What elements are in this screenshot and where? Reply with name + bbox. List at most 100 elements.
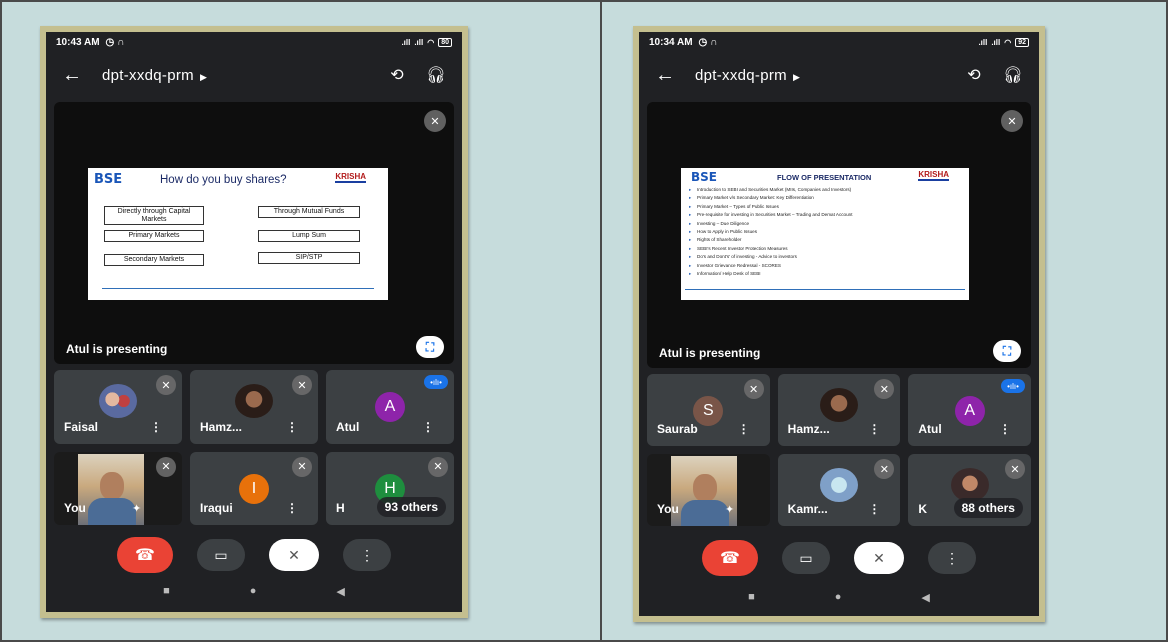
others-count-badge[interactable]: 88 others (953, 498, 1023, 518)
slide-box: Directly through Capital Markets (104, 206, 204, 226)
more-options-icon[interactable]: ⋮ (286, 420, 298, 434)
switch-camera-icon[interactable]: ⟲ (390, 65, 403, 85)
home-icon[interactable]: ● (250, 585, 257, 597)
slide-box: Primary Markets (104, 230, 204, 242)
participant-tile[interactable]: ✕ Hamz... ⋮ (190, 370, 318, 444)
participant-tile[interactable]: •ılı• A Atul ⋮ (908, 374, 1031, 446)
mic-off-icon: ✕ (424, 110, 446, 132)
meeting-code[interactable]: dpt-xxdq-prm ▶ (695, 67, 800, 84)
mic-off-icon: ✕ (292, 375, 312, 395)
mic-off-icon: ✕ (156, 456, 176, 477)
speaking-indicator-icon: •ılı• (424, 375, 448, 389)
participant-tile[interactable]: •ılı• A Atul ⋮ (326, 370, 454, 444)
profile-photo-avatar (819, 468, 858, 502)
fullscreen-icon[interactable]: ⛶ (416, 336, 444, 358)
signal-icon: .ıll (978, 37, 988, 47)
more-options-icon[interactable]: ⋮ (868, 502, 880, 516)
more-options-icon[interactable]: ⋮ (738, 422, 750, 436)
presenting-label: Atul is presenting (659, 346, 761, 360)
participant-tile[interactable]: ✕ Kamr... ⋮ (777, 454, 901, 526)
battery-icon: 92 (1015, 37, 1029, 47)
effects-sparkle-icon[interactable]: ✦ (725, 503, 734, 516)
profile-photo-avatar (950, 468, 989, 502)
back-arrow-icon[interactable]: ← (62, 64, 92, 87)
camera-toggle-button[interactable]: ▭ (782, 542, 830, 574)
more-options-icon[interactable]: ⋮ (868, 422, 880, 436)
agenda-list: Introduction to SEBI and Securities Mark… (685, 186, 965, 279)
agenda-item: SEBI's Recent Investor Protection Measur… (685, 245, 965, 254)
participant-tile[interactable]: ✕ Faisal ⋮ (54, 370, 182, 444)
nav-back-icon[interactable]: ◀ (336, 585, 344, 598)
more-options-icon[interactable]: ⋮ (999, 422, 1011, 436)
camera-toggle-button[interactable]: ▭ (197, 539, 245, 571)
status-bar: 10:34 AM ◷ ∩ .ıll .ıll ◠ 92 (639, 32, 1039, 52)
signal-icon: .ıll (401, 37, 411, 47)
back-arrow-icon[interactable]: ← (655, 64, 685, 87)
mic-toggle-button[interactable]: ✕ (854, 542, 904, 574)
participant-name: Kamr... (787, 502, 828, 516)
mic-off-icon: ✕ (1001, 110, 1023, 132)
audio-output-icon[interactable]: 🎧︎ (426, 65, 446, 85)
others-count-badge[interactable]: 93 others (376, 497, 446, 517)
agenda-item: Primary Market – Types of Public Issues (685, 203, 965, 212)
participant-tile[interactable]: ✕ K 88 others (908, 454, 1031, 526)
mic-off-icon: ✕ (874, 379, 895, 399)
agenda-item: Pre-requisite for investing in Securitie… (685, 211, 965, 220)
shared-slide: BSE How do you buy shares? KRISHA Direct… (88, 168, 388, 300)
slide-box: Secondary Markets (104, 254, 204, 266)
phone-screen-2: 10:34 AM ◷ ∩ .ıll .ıll ◠ 92 ← dpt-xxdq-p… (639, 32, 1039, 616)
participant-name: Atul (918, 422, 942, 436)
self-tile[interactable]: You ✦ (647, 454, 770, 526)
mic-off-icon: ✕ (156, 375, 176, 395)
mic-off-icon: ✕ (1004, 459, 1025, 479)
alarm-icon: ◷ (105, 36, 115, 48)
more-options-icon[interactable]: ⋮ (422, 420, 434, 434)
initial-avatar: I (239, 473, 269, 504)
meeting-code[interactable]: dpt-xxdq-prm ▶ (102, 67, 207, 84)
participant-tile[interactable]: ✕ Hamz... ⋮ (777, 374, 901, 446)
home-icon[interactable]: ● (835, 591, 842, 603)
mic-off-icon: ✕ (428, 456, 448, 477)
more-options-button[interactable]: ⋮ (928, 542, 976, 574)
participant-name: K (918, 502, 927, 516)
nav-back-icon[interactable]: ◀ (921, 591, 929, 604)
agenda-item: Introduction to SEBI and Securities Mark… (685, 186, 965, 195)
recents-icon[interactable]: ■ (748, 591, 755, 603)
group-photo-avatar (99, 384, 137, 418)
slide-rule (102, 288, 374, 289)
participant-name: Iraqui (200, 501, 233, 515)
agenda-item: Rights of Shareholder (685, 236, 965, 245)
more-options-icon[interactable]: ⋮ (286, 501, 298, 515)
audio-output-icon[interactable]: 🎧︎ (1003, 65, 1023, 85)
wifi-icon: ◠ (1004, 37, 1012, 47)
participant-tile[interactable]: ✕ S Saurab ⋮ (647, 374, 770, 446)
recents-icon[interactable]: ■ (163, 585, 170, 597)
android-nav-bar: ■ ● ◀ (639, 588, 1039, 606)
end-call-button[interactable]: ☎ (117, 537, 173, 573)
end-call-button[interactable]: ☎ (702, 540, 758, 576)
signal-icon-2: .ıll (414, 37, 424, 47)
signal-icon-2: .ıll (991, 37, 1001, 47)
initial-avatar: A (375, 392, 405, 422)
more-options-button[interactable]: ⋮ (343, 539, 391, 571)
fullscreen-icon[interactable]: ⛶ (993, 340, 1021, 362)
agenda-item: Do's and Dont's' of investing - Advice t… (685, 253, 965, 262)
android-nav-bar: ■ ● ◀ (46, 582, 462, 600)
effects-sparkle-icon[interactable]: ✦ (132, 502, 141, 515)
participant-grid: ✕ Faisal ⋮ ✕ Hamz... ⋮ •ılı• A Atul ⋮ ✕ … (54, 370, 454, 525)
wifi-icon: ◠ (427, 37, 435, 47)
participant-tile[interactable]: ✕ I Iraqui ⋮ (190, 451, 318, 525)
self-tile[interactable]: ✕ You ✦ (54, 451, 182, 525)
switch-camera-icon[interactable]: ⟲ (967, 65, 980, 85)
mic-toggle-button[interactable]: ✕ (269, 539, 319, 571)
slide-rule (685, 289, 965, 290)
participant-tile[interactable]: ✕ H H 93 others (326, 451, 454, 525)
more-options-icon[interactable]: ⋮ (150, 420, 162, 434)
mic-off-icon: ✕ (874, 459, 895, 479)
profile-photo-avatar (235, 384, 273, 418)
agenda-item: Information/ Help Desk of SEBI (685, 270, 965, 279)
expand-triangle-icon: ▶ (792, 71, 801, 82)
slide-box: Lump Sum (258, 230, 360, 242)
status-time: 10:34 AM (649, 36, 693, 48)
profile-photo-avatar (819, 388, 858, 422)
